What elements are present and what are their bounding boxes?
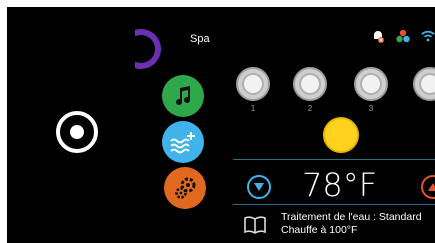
light-number-1: 2 [307,104,313,113]
light-button-1[interactable] [293,67,327,101]
light-button-0[interactable] [236,67,270,101]
divider-bottom [233,204,435,205]
light-toggle-button[interactable] [323,117,359,153]
gear-icon [175,177,196,199]
light-button-2[interactable] [354,67,388,101]
heating-line: Chauffe à 100°F [281,224,358,236]
triangle-down-icon [254,183,264,191]
temperature-up-button[interactable] [421,175,435,199]
settings-button[interactable] [164,167,206,209]
light-number-2: 3 [368,104,374,113]
water-treatment-line: Traitement de l'eau : Standard [281,211,422,223]
no-notification-icon[interactable] [371,29,385,43]
music-note-icon [176,86,191,106]
temperature-value: 78°F [302,166,378,204]
color-dots-icon[interactable] [395,29,411,43]
divider-top [233,159,435,160]
triangle-up-icon [428,183,435,191]
status-bar [371,29,435,43]
control-screen: Spa 1 2 3 78°F Traitement de l'eau: Sta… [7,7,435,243]
music-button[interactable] [162,75,204,117]
spa-icon[interactable] [135,29,175,69]
book-icon[interactable] [243,215,267,235]
home-button-dot [70,125,84,139]
temperature-down-button[interactable] [247,175,271,199]
wifi-icon[interactable] [421,29,435,43]
light-number-0: 1 [250,104,256,113]
spa-label: Spa [190,33,210,45]
home-button[interactable] [56,111,98,153]
water-jets-button[interactable] [162,121,204,163]
light-button-3[interactable] [413,67,435,101]
water-jets-icon [170,132,195,154]
